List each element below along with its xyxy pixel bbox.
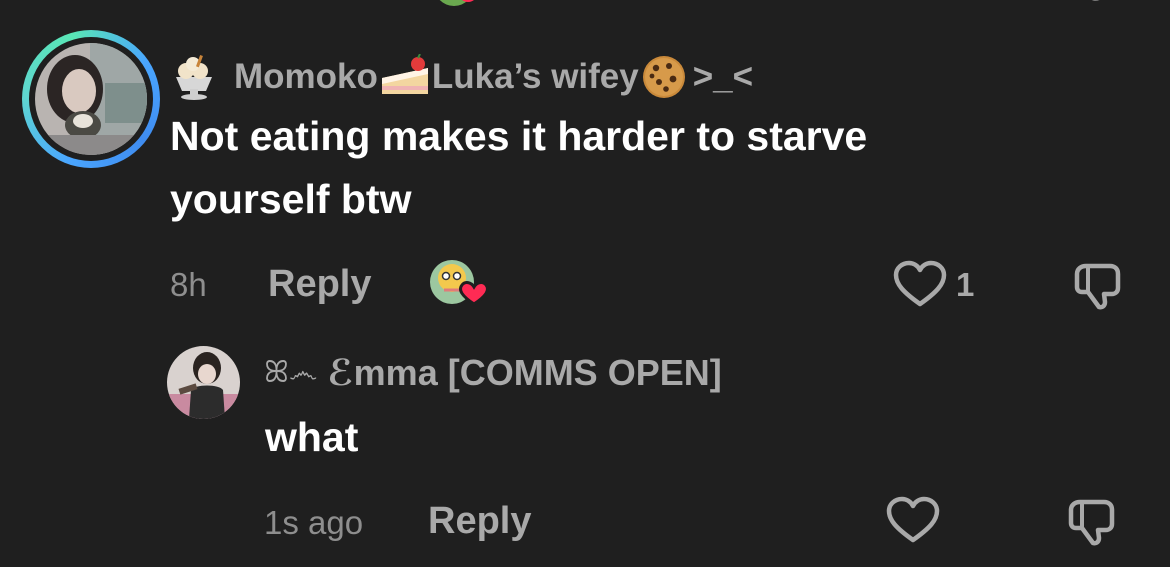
username-name: ℰmma [COMMS OPEN] (327, 352, 722, 393)
comment-text-line-1: Not eating makes it harder to starve (170, 113, 868, 159)
cookie-icon (642, 56, 685, 98)
reply-username[interactable]: ꕤ෴ ℰmma [COMMS OPEN] (264, 352, 722, 394)
avatar-ring-gap (29, 37, 153, 161)
reply-button[interactable]: Reply (428, 500, 531, 543)
reply-timestamp: 1s ago (264, 504, 364, 541)
username-part-1: Momoko (234, 57, 378, 96)
comment-timestamp: 8h (170, 266, 207, 303)
reply-text: what (265, 414, 359, 460)
dislike-icon[interactable] (1072, 262, 1124, 310)
heart-icon[interactable] (886, 496, 940, 544)
heart-icon[interactable] (893, 260, 947, 308)
creator-liked-badge-icon (439, 0, 474, 6)
comment-thread: Momoko Luka’s wifey >_< Not eating makes… (0, 0, 1170, 567)
username-part-2: Luka’s wifey (431, 57, 639, 96)
comment-username[interactable]: Momoko Luka’s wifey >_< (170, 52, 753, 102)
heart-icon[interactable] (895, 0, 945, 6)
dislike-icon[interactable] (1066, 498, 1118, 546)
creator-liked-badge-icon (430, 260, 489, 306)
username-prefix: ꕤ෴ (264, 356, 318, 389)
cake-icon (381, 54, 428, 94)
avatar[interactable] (22, 30, 160, 168)
reply-button[interactable]: Reply (268, 263, 371, 306)
avatar-image (35, 43, 147, 155)
dislike-icon[interactable] (1078, 0, 1118, 6)
like-count: 1 (956, 266, 975, 303)
comment-text: Not eating makes it harder to starve you… (170, 105, 867, 231)
avatar[interactable] (167, 346, 240, 419)
ice-cream-icon (176, 55, 212, 100)
username-part-3: >_< (692, 57, 754, 96)
comment-text-line-2: yourself btw (170, 176, 412, 222)
